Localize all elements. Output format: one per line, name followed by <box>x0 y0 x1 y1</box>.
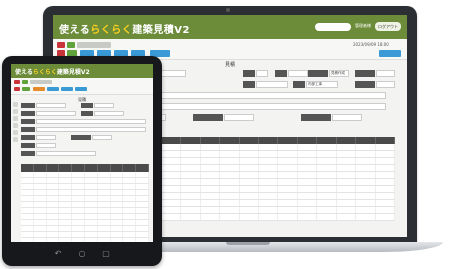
tablet-nav-bar: ↶ ○ ▢ <box>2 248 162 260</box>
toolbar-date: 2023/09/09 18:00 <box>353 42 389 47</box>
form-field[interactable] <box>376 70 395 77</box>
new-button[interactable] <box>67 42 75 48</box>
form-label <box>243 81 255 88</box>
form-field[interactable] <box>376 81 395 88</box>
tablet-app-header: 使えるらくらく建築見積V2 <box>11 64 153 78</box>
totals-block <box>293 222 393 232</box>
nav-button[interactable] <box>77 42 111 48</box>
form-field[interactable] <box>224 114 254 121</box>
form-field[interactable] <box>256 70 268 77</box>
app-header: 使えるらくらく建築見積V2 管理者様 ログアウト <box>53 15 407 39</box>
table-row <box>21 238 149 242</box>
app-logo: 使えるらくらく建築見積V2 <box>59 25 190 36</box>
form-label <box>193 114 223 121</box>
tablet-form <box>21 103 149 159</box>
tablet-app-logo: 使えるらくらく建築見積V2 <box>15 69 90 76</box>
form-label <box>275 70 287 77</box>
tablet-tab[interactable] <box>75 87 87 91</box>
tablet-screen: 使えるらくらく建築見積V2 見積 <box>11 64 153 242</box>
tablet-side-icons <box>13 102 19 144</box>
form-field[interactable]: 内部工事 <box>306 81 338 88</box>
home-icon[interactable]: ○ <box>76 248 88 260</box>
search-input[interactable] <box>315 23 351 31</box>
camera-dot <box>226 8 230 12</box>
tablet-frame: 使えるらくらく建築見積V2 見積 ↶ ○ ▢ <box>2 56 162 266</box>
tablet-table-body <box>21 172 149 242</box>
form-field[interactable] <box>288 70 308 77</box>
user-name: 管理者様 <box>355 23 371 28</box>
logout-button[interactable]: ログアウト <box>375 22 401 31</box>
tablet-tab[interactable] <box>33 87 45 91</box>
form-field[interactable] <box>256 81 288 88</box>
form-label <box>355 81 375 88</box>
form-label <box>301 114 331 121</box>
form-label <box>308 70 328 77</box>
menu-icon[interactable]: ▢ <box>100 248 112 260</box>
form-label <box>355 70 375 77</box>
tablet-tab[interactable] <box>22 87 30 91</box>
delete-button[interactable] <box>57 42 65 48</box>
tablet-tab[interactable] <box>47 87 59 91</box>
form-field[interactable] <box>332 114 362 121</box>
tablet-nav-button[interactable] <box>30 80 52 84</box>
total-row <box>293 227 393 232</box>
status-field[interactable]: 見積作成 <box>329 70 349 77</box>
tablet-estimate-table <box>21 164 149 242</box>
tab-action[interactable] <box>379 50 401 57</box>
tablet-tab[interactable] <box>61 87 73 91</box>
tablet-toolbar <box>11 78 153 95</box>
tablet-table-header <box>21 164 149 172</box>
tablet-tab[interactable] <box>14 87 20 91</box>
laptop-notch <box>226 242 270 245</box>
form-label <box>243 70 255 77</box>
tablet-delete-button[interactable] <box>14 80 20 84</box>
back-icon[interactable]: ↶ <box>52 248 64 260</box>
tablet-new-button[interactable] <box>22 80 28 84</box>
form-label <box>293 81 305 88</box>
